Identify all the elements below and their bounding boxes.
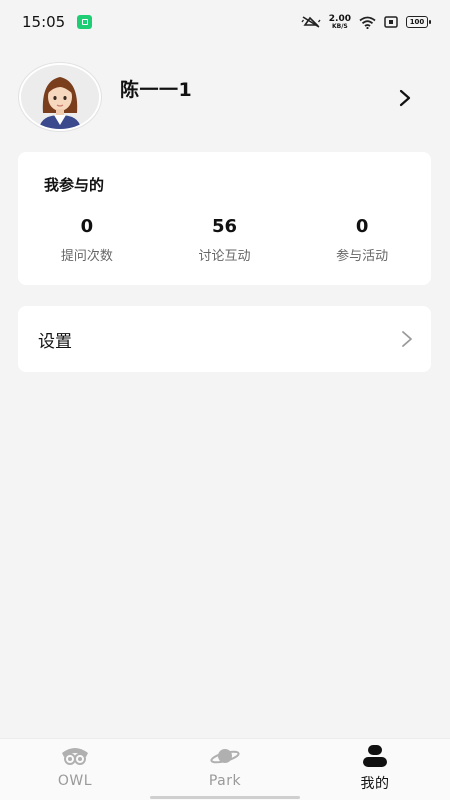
status-bar: 15:05 2.00 KB/S 100	[0, 0, 450, 44]
screen: 15:05 2.00 KB/S 100 陈一一1 我参与的 0 提问次数 56 …	[0, 0, 450, 800]
app-notification-icon	[77, 15, 93, 29]
status-left: 15:05	[22, 13, 93, 31]
sim-card-icon	[384, 16, 398, 28]
participation-card: 我参与的 0 提问次数 56 讨论互动 0 参与活动	[18, 152, 431, 285]
stat-label: 参与活动	[336, 249, 389, 264]
wifi-icon	[359, 16, 376, 29]
settings-row[interactable]: 设置	[18, 306, 431, 372]
tab-owl[interactable]: OWL	[0, 739, 150, 800]
status-time: 15:05	[22, 13, 66, 31]
tab-mine[interactable]: 我的	[300, 739, 450, 800]
planet-icon	[210, 749, 240, 764]
bottom-tab-bar: OWL Park 我的	[0, 738, 450, 800]
stat-label: 提问次数	[60, 249, 113, 264]
stat-value: 0	[80, 216, 94, 237]
tab-label: 我的	[360, 776, 390, 792]
owl-icon	[62, 748, 88, 765]
stat-label: 讨论互动	[198, 249, 251, 264]
stat-value: 56	[211, 216, 238, 237]
net-speed-unit: KB/S	[332, 22, 348, 30]
settings-label: 设置	[38, 331, 72, 352]
stat-discussions[interactable]: 56 讨论互动	[156, 216, 294, 264]
profile-header[interactable]: 陈一一1	[19, 63, 431, 131]
tab-park[interactable]: Park	[150, 739, 300, 800]
battery-indicator: 100	[406, 16, 431, 28]
person-icon	[363, 745, 387, 767]
status-right: 2.00 KB/S 100	[301, 14, 431, 30]
mute-vibrate-icon	[301, 16, 321, 28]
participation-title: 我参与的	[44, 176, 105, 194]
net-speed: 2.00 KB/S	[329, 14, 351, 30]
home-indicator[interactable]	[150, 796, 300, 799]
chevron-right-icon	[402, 331, 412, 347]
avatar-girl-icon	[21, 65, 99, 129]
username: 陈一一1	[120, 79, 193, 101]
chevron-right-icon[interactable]	[397, 89, 413, 107]
stats-row: 0 提问次数 56 讨论互动 0 参与活动	[18, 216, 431, 264]
stat-value: 0	[355, 216, 369, 237]
avatar[interactable]	[19, 63, 101, 131]
tab-label: Park	[208, 773, 242, 789]
stat-questions[interactable]: 0 提问次数	[18, 216, 156, 264]
tab-label: OWL	[57, 773, 93, 789]
stat-activities[interactable]: 0 参与活动	[293, 216, 431, 264]
